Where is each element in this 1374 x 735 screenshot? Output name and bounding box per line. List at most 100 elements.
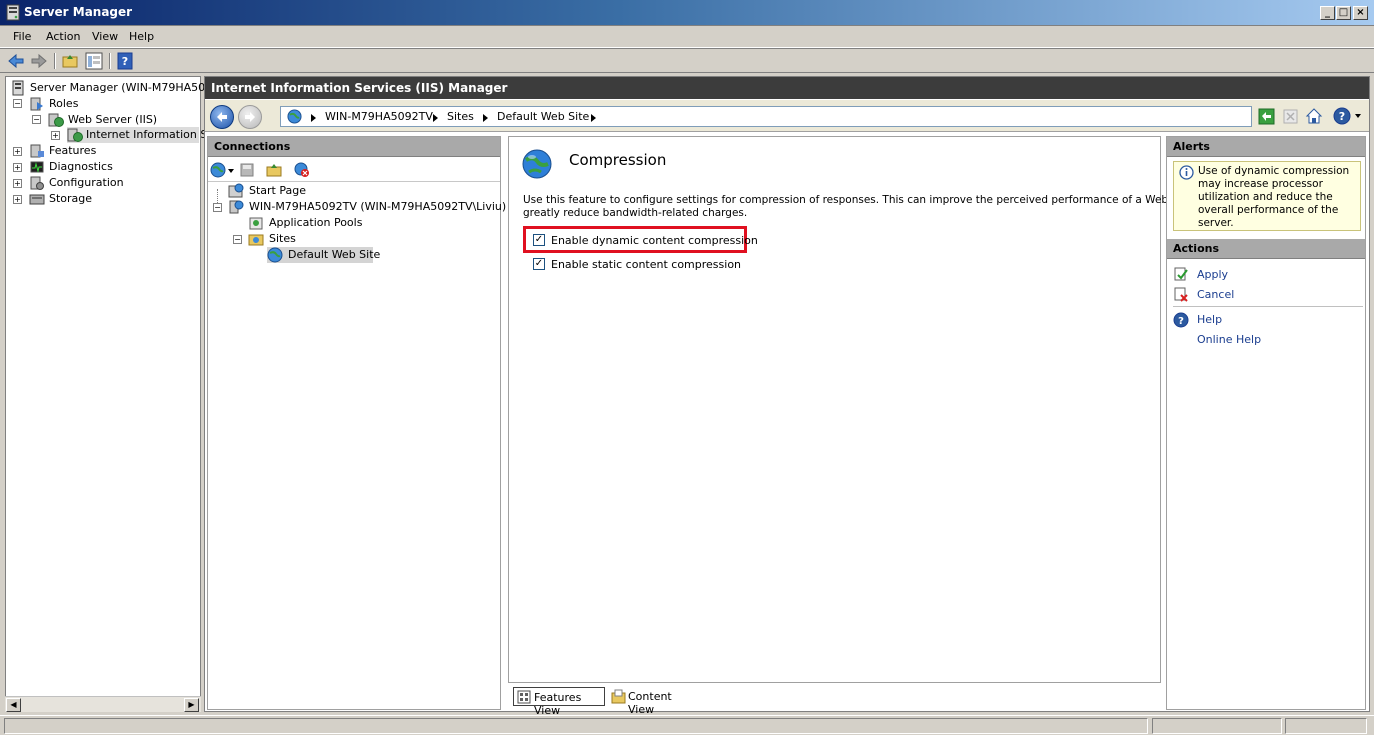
static-compression-label[interactable]: Enable static content compression <box>551 258 741 271</box>
connect-globe-icon[interactable] <box>210 162 226 178</box>
title-bar[interactable]: Server Manager _ □ × <box>0 0 1374 26</box>
tree-label: Configuration <box>49 176 124 189</box>
menu-action[interactable]: Action <box>46 30 80 43</box>
connections-toolbar <box>208 158 500 182</box>
help-link[interactable]: Help <box>1197 313 1222 326</box>
tree-label: Server Manager (WIN-M79HA5092 <box>30 81 220 94</box>
tree-label: Start Page <box>249 184 306 197</box>
tree-label: Web Server (IIS) <box>68 113 158 126</box>
start-page-icon <box>228 183 244 198</box>
tree-label: WIN-M79HA5092TV (WIN-M79HA5092TV\Liviu) <box>249 200 507 213</box>
breadcrumb-default-web-site[interactable]: Default Web Site <box>497 110 589 123</box>
globe-icon <box>287 109 302 124</box>
save-icon[interactable] <box>239 162 255 178</box>
expand-storage-toggle[interactable]: + <box>13 195 22 204</box>
close-button[interactable]: × <box>1353 6 1368 20</box>
online-help-link[interactable]: Online Help <box>1197 333 1261 346</box>
collapse-sites-toggle[interactable]: − <box>233 235 242 244</box>
breadcrumb-arrow-icon <box>591 114 596 122</box>
cancel-link[interactable]: Cancel <box>1197 288 1234 301</box>
menu-file[interactable]: File <box>13 30 31 43</box>
up-folder-icon[interactable] <box>61 52 79 70</box>
tree-item-iis-manager[interactable]: Internet Information Se <box>67 127 214 143</box>
show-hide-tree-icon[interactable] <box>85 52 103 70</box>
tab-features-view[interactable]: Features View <box>513 687 605 717</box>
alert-box: Use of dynamic compression may increase … <box>1173 161 1361 231</box>
sites-folder-icon <box>248 234 264 246</box>
application-pools-icon <box>249 217 263 230</box>
window-title: Server Manager <box>24 5 133 19</box>
collapse-server-toggle[interactable]: − <box>213 203 222 212</box>
expand-configuration-toggle[interactable]: + <box>13 179 22 188</box>
compression-globe-icon <box>522 149 552 179</box>
back-arrow-icon[interactable] <box>7 52 25 70</box>
help-icon[interactable]: ? <box>1333 107 1351 125</box>
forward-arrow-icon[interactable] <box>30 52 48 70</box>
scroll-right-button[interactable]: ▶ <box>184 698 199 712</box>
expand-iis-toggle[interactable]: + <box>51 131 60 140</box>
menu-bar: File Action View Help <box>0 26 1374 48</box>
actions-title: Actions <box>1167 239 1365 259</box>
tree-label: Default Web Site <box>288 248 381 261</box>
back-arrow-icon <box>217 112 227 122</box>
breadcrumb-server[interactable]: WIN-M79HA5092TV <box>325 110 433 123</box>
alert-text: Use of dynamic compression may increase … <box>1198 165 1349 230</box>
apply-link[interactable]: Apply <box>1197 268 1228 281</box>
breadcrumb-arrow-icon <box>311 114 316 122</box>
connect-dropdown-arrow-icon[interactable] <box>228 169 234 173</box>
server-manager-tree: Server Manager (WIN-M79HA5092 − Roles − … <box>5 76 219 712</box>
alerts-title: Alerts <box>1167 137 1365 157</box>
collapse-web-server-toggle[interactable]: − <box>32 115 41 124</box>
alert-line: server. <box>1198 217 1234 229</box>
maximize-button[interactable]: □ <box>1336 6 1351 20</box>
help-book-icon[interactable]: ? <box>116 52 134 70</box>
disconnect-icon[interactable] <box>294 162 310 178</box>
iis-back-button[interactable] <box>210 105 234 129</box>
view-tabs: Features View Content View <box>508 686 1161 717</box>
up-folder-icon[interactable] <box>266 162 282 178</box>
address-bar[interactable]: WIN-M79HA5092TV Sites Default Web Site <box>280 106 1252 127</box>
minimize-button[interactable]: _ <box>1320 6 1335 20</box>
tree-label: Storage <box>49 192 93 205</box>
actions-pane: Alerts Use of dynamic compression may in… <box>1166 136 1366 710</box>
tree-label: Roles <box>49 97 79 110</box>
breadcrumb-sites[interactable]: Sites <box>447 110 474 123</box>
static-compression-checkbox[interactable]: ✓ <box>533 258 545 270</box>
features-view-label: Features View <box>534 691 582 717</box>
server-icon <box>229 200 244 214</box>
compression-feature-pane: Compression Use this feature to configur… <box>508 136 1190 683</box>
refresh-icon[interactable] <box>1258 108 1275 125</box>
menu-help[interactable]: Help <box>129 30 154 43</box>
info-icon <box>1179 165 1194 180</box>
tab-content-view[interactable]: Content View <box>609 687 701 716</box>
tree-item-default-web-site[interactable]: Default Web Site <box>267 247 380 263</box>
status-cell-main <box>4 718 1148 734</box>
expand-diagnostics-toggle[interactable]: + <box>13 163 22 172</box>
connections-pane: Connections Start Page − WIN-M79HA5092TV… <box>207 136 506 710</box>
collapse-roles-toggle[interactable]: − <box>13 99 22 108</box>
help-dropdown-arrow-icon[interactable] <box>1355 114 1361 118</box>
expand-features-toggle[interactable]: + <box>13 147 22 156</box>
stop-icon[interactable] <box>1282 108 1299 125</box>
dynamic-compression-label[interactable]: Enable dynamic content compression <box>551 234 758 247</box>
connections-title: Connections <box>208 137 500 157</box>
features-view-icon <box>517 690 531 704</box>
home-icon[interactable] <box>1305 107 1323 125</box>
left-horizontal-scrollbar[interactable]: ◀ ▶ <box>5 696 201 712</box>
description-line-1: Use this feature to configure settings f… <box>523 194 1191 206</box>
svg-text:?: ? <box>122 55 128 68</box>
apply-icon <box>1174 267 1188 281</box>
roles-icon <box>30 97 43 111</box>
tree-label: Application Pools <box>269 216 363 229</box>
alert-line: may increase processor <box>1198 178 1323 190</box>
forward-arrow-icon <box>245 112 255 122</box>
scroll-left-button[interactable]: ◀ <box>6 698 21 712</box>
iis-forward-button[interactable] <box>238 105 262 129</box>
content-view-icon <box>611 689 626 704</box>
actions-divider <box>1173 306 1363 307</box>
dynamic-compression-checkbox[interactable]: ✓ <box>533 234 545 246</box>
menu-view[interactable]: View <box>92 30 118 43</box>
toolbar-separator <box>54 53 56 69</box>
page-title: Compression <box>569 151 667 169</box>
diagnostics-icon <box>30 161 44 173</box>
